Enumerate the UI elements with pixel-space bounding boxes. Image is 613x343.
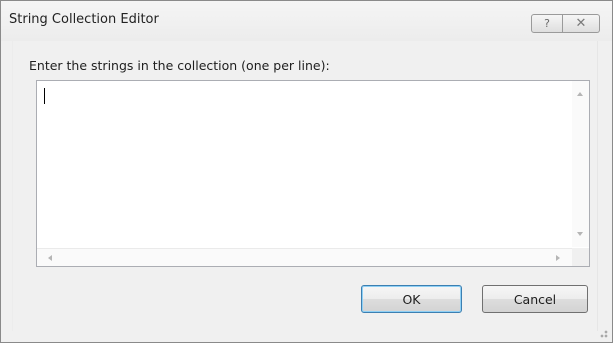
ok-button[interactable]: OK <box>361 285 462 313</box>
cancel-button[interactable]: Cancel <box>482 285 588 313</box>
help-button[interactable]: ? <box>531 14 563 33</box>
close-icon: ✕ <box>575 16 587 31</box>
help-icon: ? <box>544 17 550 30</box>
title-bar[interactable]: String Collection Editor ? ✕ <box>1 1 612 41</box>
string-collection-editor-dialog: String Collection Editor ? ✕ Enter the s… <box>0 0 613 343</box>
scroll-right-icon[interactable] <box>556 255 560 261</box>
scrollbar-corner <box>572 248 589 266</box>
window-title: String Collection Editor <box>9 12 159 27</box>
close-button[interactable]: ✕ <box>563 14 600 33</box>
horizontal-scrollbar[interactable] <box>37 248 572 266</box>
scroll-up-icon[interactable] <box>577 92 583 96</box>
strings-prompt-label: Enter the strings in the collection (one… <box>29 58 330 73</box>
vertical-scrollbar[interactable] <box>572 81 589 247</box>
strings-textarea[interactable] <box>36 80 590 267</box>
text-caret <box>44 88 45 104</box>
resize-grip-icon[interactable] <box>598 328 608 338</box>
caption-buttons: ? ✕ <box>531 14 600 33</box>
scroll-down-icon[interactable] <box>577 232 583 236</box>
scroll-left-icon[interactable] <box>48 255 52 261</box>
